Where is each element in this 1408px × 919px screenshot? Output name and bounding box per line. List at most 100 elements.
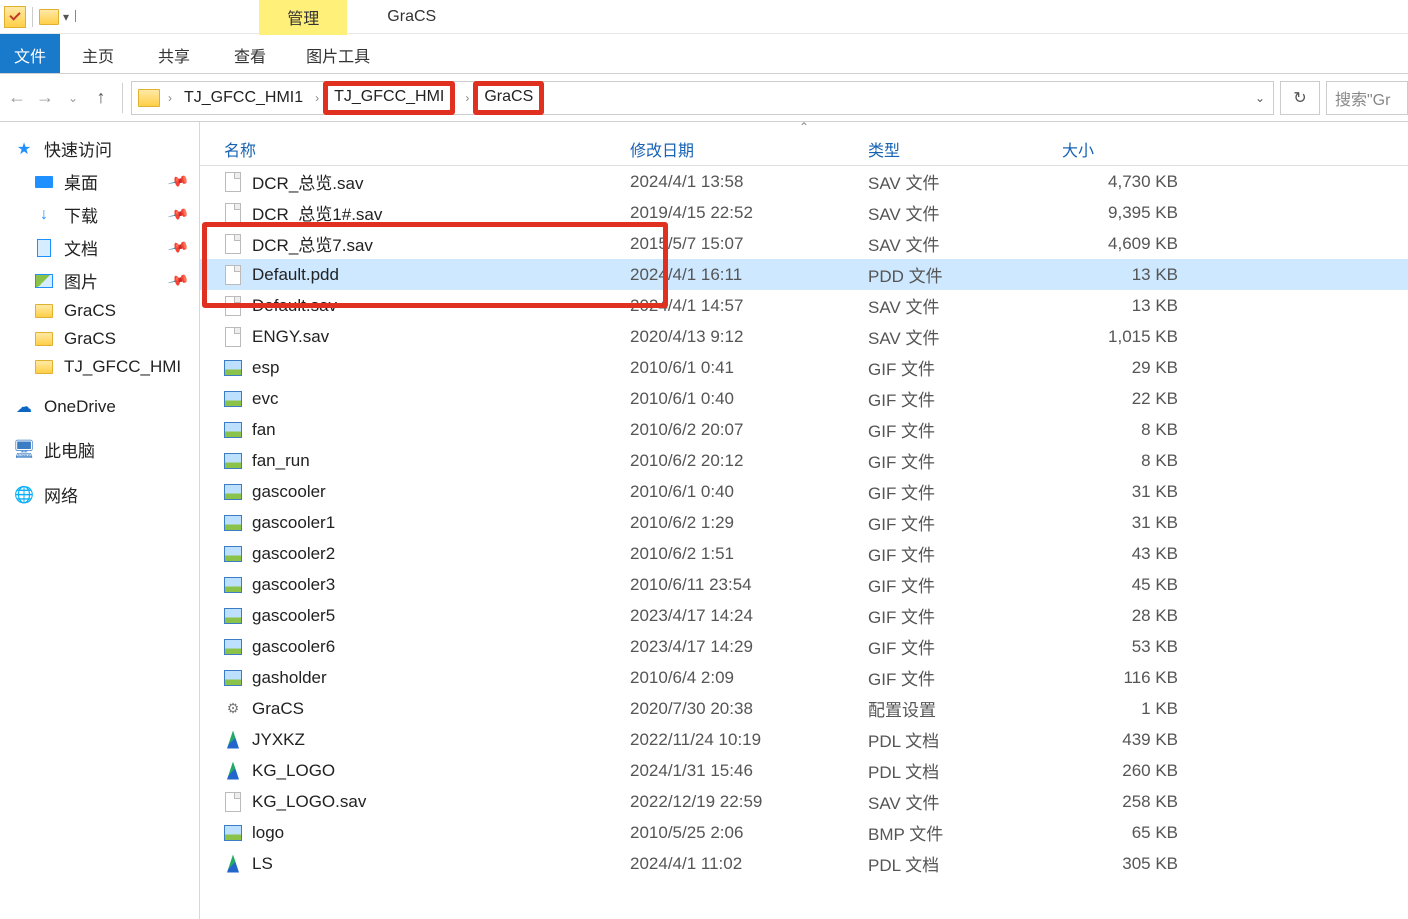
- chevron-right-icon[interactable]: ›: [461, 91, 473, 105]
- file-row[interactable]: gascooler62023/4/17 14:29GIF 文件53 KB: [200, 631, 1408, 662]
- column-header-name[interactable]: 名称: [200, 137, 630, 161]
- file-row[interactable]: gascooler12010/6/2 1:29GIF 文件31 KB: [200, 507, 1408, 538]
- file-row[interactable]: KG_LOGO.sav2022/12/19 22:59SAV 文件258 KB: [200, 786, 1408, 817]
- file-row[interactable]: gascooler32010/6/11 23:54GIF 文件45 KB: [200, 569, 1408, 600]
- file-row[interactable]: DCR_总览1#.sav2019/4/15 22:52SAV 文件9,395 K…: [200, 197, 1408, 228]
- sidebar-item-documents[interactable]: 文档📌: [0, 231, 199, 264]
- sidebar-item-pictures[interactable]: 图片📌: [0, 264, 199, 297]
- sidebar-item-thispc[interactable]: 🖥此电脑: [0, 433, 199, 466]
- window-title: GraCS: [387, 8, 436, 26]
- folder-icon: [34, 357, 54, 377]
- file-type: GIF 文件: [868, 355, 1062, 380]
- file-type: SAV 文件: [868, 231, 1062, 256]
- nav-forward-button[interactable]: →: [34, 87, 56, 109]
- file-row[interactable]: Default.sav2024/4/1 14:57SAV 文件13 KB: [200, 290, 1408, 321]
- search-input[interactable]: 搜索"Gr: [1326, 81, 1408, 115]
- file-date: 2010/6/2 1:51: [630, 544, 868, 564]
- breadcrumb-item[interactable]: TJ_GFCC_HMI: [323, 81, 455, 115]
- file-type: SAV 文件: [868, 169, 1062, 194]
- chevron-right-icon[interactable]: ›: [311, 91, 323, 105]
- refresh-button[interactable]: ↻: [1280, 81, 1320, 115]
- sidebar-item-network[interactable]: 🌐网络: [0, 478, 199, 511]
- file-tab[interactable]: 文件: [0, 34, 60, 73]
- breadcrumb[interactable]: › TJ_GFCC_HMI1 › TJ_GFCC_HMI › GraCS ⌄: [131, 81, 1274, 115]
- file-type: SAV 文件: [868, 293, 1062, 318]
- file-date: 2024/4/1 14:57: [630, 296, 868, 316]
- sidebar-label: 此电脑: [44, 437, 95, 462]
- nav-up-button[interactable]: ↑: [90, 87, 112, 109]
- sidebar-item-desktop[interactable]: 桌面📌: [0, 165, 199, 198]
- breadcrumb-item[interactable]: TJ_GFCC_HMI1: [176, 83, 311, 113]
- context-tab[interactable]: 管理: [259, 0, 347, 35]
- chevron-right-icon[interactable]: ›: [164, 91, 176, 105]
- folder-icon: [34, 301, 54, 321]
- qat-overflow-icon[interactable]: ▾: [63, 10, 69, 24]
- file-row[interactable]: esp2010/6/1 0:41GIF 文件29 KB: [200, 352, 1408, 383]
- file-date: 2010/5/25 2:06: [630, 823, 868, 843]
- file-date: 2024/4/1 16:11: [630, 265, 868, 285]
- file-row[interactable]: evc2010/6/1 0:40GIF 文件22 KB: [200, 383, 1408, 414]
- file-row[interactable]: JYXKZ2022/11/24 10:19PDL 文档439 KB: [200, 724, 1408, 755]
- file-row[interactable]: Default.pdd2024/4/1 16:11PDD 文件13 KB: [200, 259, 1408, 290]
- breadcrumb-dropdown-button[interactable]: ⌄: [1255, 91, 1265, 105]
- file-date: 2010/6/11 23:54: [630, 575, 868, 595]
- file-size: 439 KB: [1062, 730, 1178, 750]
- generic-file-icon: [224, 264, 242, 286]
- file-row[interactable]: gascooler2010/6/1 0:40GIF 文件31 KB: [200, 476, 1408, 507]
- column-header-date[interactable]: 修改日期: [630, 137, 868, 161]
- column-header-size[interactable]: 大小: [1062, 137, 1182, 161]
- file-row[interactable]: LS2024/4/1 11:02PDL 文档305 KB: [200, 848, 1408, 879]
- file-list-pane[interactable]: ⌃ 名称 修改日期 类型 大小 DCR_总览.sav2024/4/1 13:58…: [200, 122, 1408, 919]
- qat-folder-icon[interactable]: [39, 9, 59, 25]
- pin-icon: 📌: [166, 236, 190, 259]
- file-name: Default.pdd: [252, 265, 339, 285]
- file-name: esp: [252, 358, 279, 378]
- sidebar-label: TJ_GFCC_HMI: [64, 357, 181, 377]
- sidebar-item-quickaccess[interactable]: ★快速访问: [0, 132, 199, 165]
- file-row[interactable]: fan2010/6/2 20:07GIF 文件8 KB: [200, 414, 1408, 445]
- nav-back-button[interactable]: ←: [6, 87, 28, 109]
- file-name: GraCS: [252, 699, 304, 719]
- sidebar-item-onedrive[interactable]: ☁OneDrive: [0, 393, 199, 421]
- navigation-pane[interactable]: ★快速访问 桌面📌 ↓下载📌 文档📌 图片📌 GraCS GraCS TJ_GF…: [0, 122, 200, 919]
- file-row[interactable]: logo2010/5/25 2:06BMP 文件65 KB: [200, 817, 1408, 848]
- qat-properties-button[interactable]: [4, 6, 26, 28]
- tab-picture-tools[interactable]: 图片工具: [288, 34, 388, 73]
- image-file-icon: [224, 388, 242, 410]
- file-size: 28 KB: [1062, 606, 1178, 626]
- file-size: 260 KB: [1062, 761, 1178, 781]
- file-row[interactable]: KG_LOGO2024/1/31 15:46PDL 文档260 KB: [200, 755, 1408, 786]
- file-row[interactable]: gascooler52023/4/17 14:24GIF 文件28 KB: [200, 600, 1408, 631]
- nav-recent-button[interactable]: ⌄: [62, 87, 84, 109]
- sidebar-item-folder[interactable]: GraCS: [0, 297, 199, 325]
- desktop-icon: [34, 172, 54, 192]
- tab-view[interactable]: 查看: [212, 34, 288, 73]
- image-file-icon: [224, 357, 242, 379]
- column-header-type[interactable]: 类型: [868, 137, 1062, 161]
- sidebar-label: 下载: [64, 202, 98, 227]
- sidebar-item-downloads[interactable]: ↓下载📌: [0, 198, 199, 231]
- tab-share[interactable]: 共享: [136, 34, 212, 73]
- file-type: BMP 文件: [868, 820, 1062, 845]
- qat-customize-icon[interactable]: │: [73, 11, 79, 22]
- file-row[interactable]: gasholder2010/6/4 2:09GIF 文件116 KB: [200, 662, 1408, 693]
- file-name: gasholder: [252, 668, 327, 688]
- file-row[interactable]: ENGY.sav2020/4/13 9:12SAV 文件1,015 KB: [200, 321, 1408, 352]
- file-size: 258 KB: [1062, 792, 1178, 812]
- tab-home[interactable]: 主页: [60, 34, 136, 73]
- sidebar-item-folder[interactable]: TJ_GFCC_HMI: [0, 353, 199, 381]
- file-name: LS: [252, 854, 273, 874]
- file-size: 22 KB: [1062, 389, 1178, 409]
- file-row[interactable]: ⚙GraCS2020/7/30 20:38配置设置1 KB: [200, 693, 1408, 724]
- file-size: 8 KB: [1062, 420, 1178, 440]
- picture-icon: [34, 271, 54, 291]
- file-size: 4,730 KB: [1062, 172, 1178, 192]
- file-row[interactable]: DCR_总览.sav2024/4/1 13:58SAV 文件4,730 KB: [200, 166, 1408, 197]
- separator: [32, 7, 33, 27]
- sidebar-item-folder[interactable]: GraCS: [0, 325, 199, 353]
- file-row[interactable]: DCR_总览7.sav2015/5/7 15:07SAV 文件4,609 KB: [200, 228, 1408, 259]
- breadcrumb-item[interactable]: GraCS: [473, 81, 544, 115]
- file-date: 2022/11/24 10:19: [630, 730, 868, 750]
- file-row[interactable]: fan_run2010/6/2 20:12GIF 文件8 KB: [200, 445, 1408, 476]
- file-row[interactable]: gascooler22010/6/2 1:51GIF 文件43 KB: [200, 538, 1408, 569]
